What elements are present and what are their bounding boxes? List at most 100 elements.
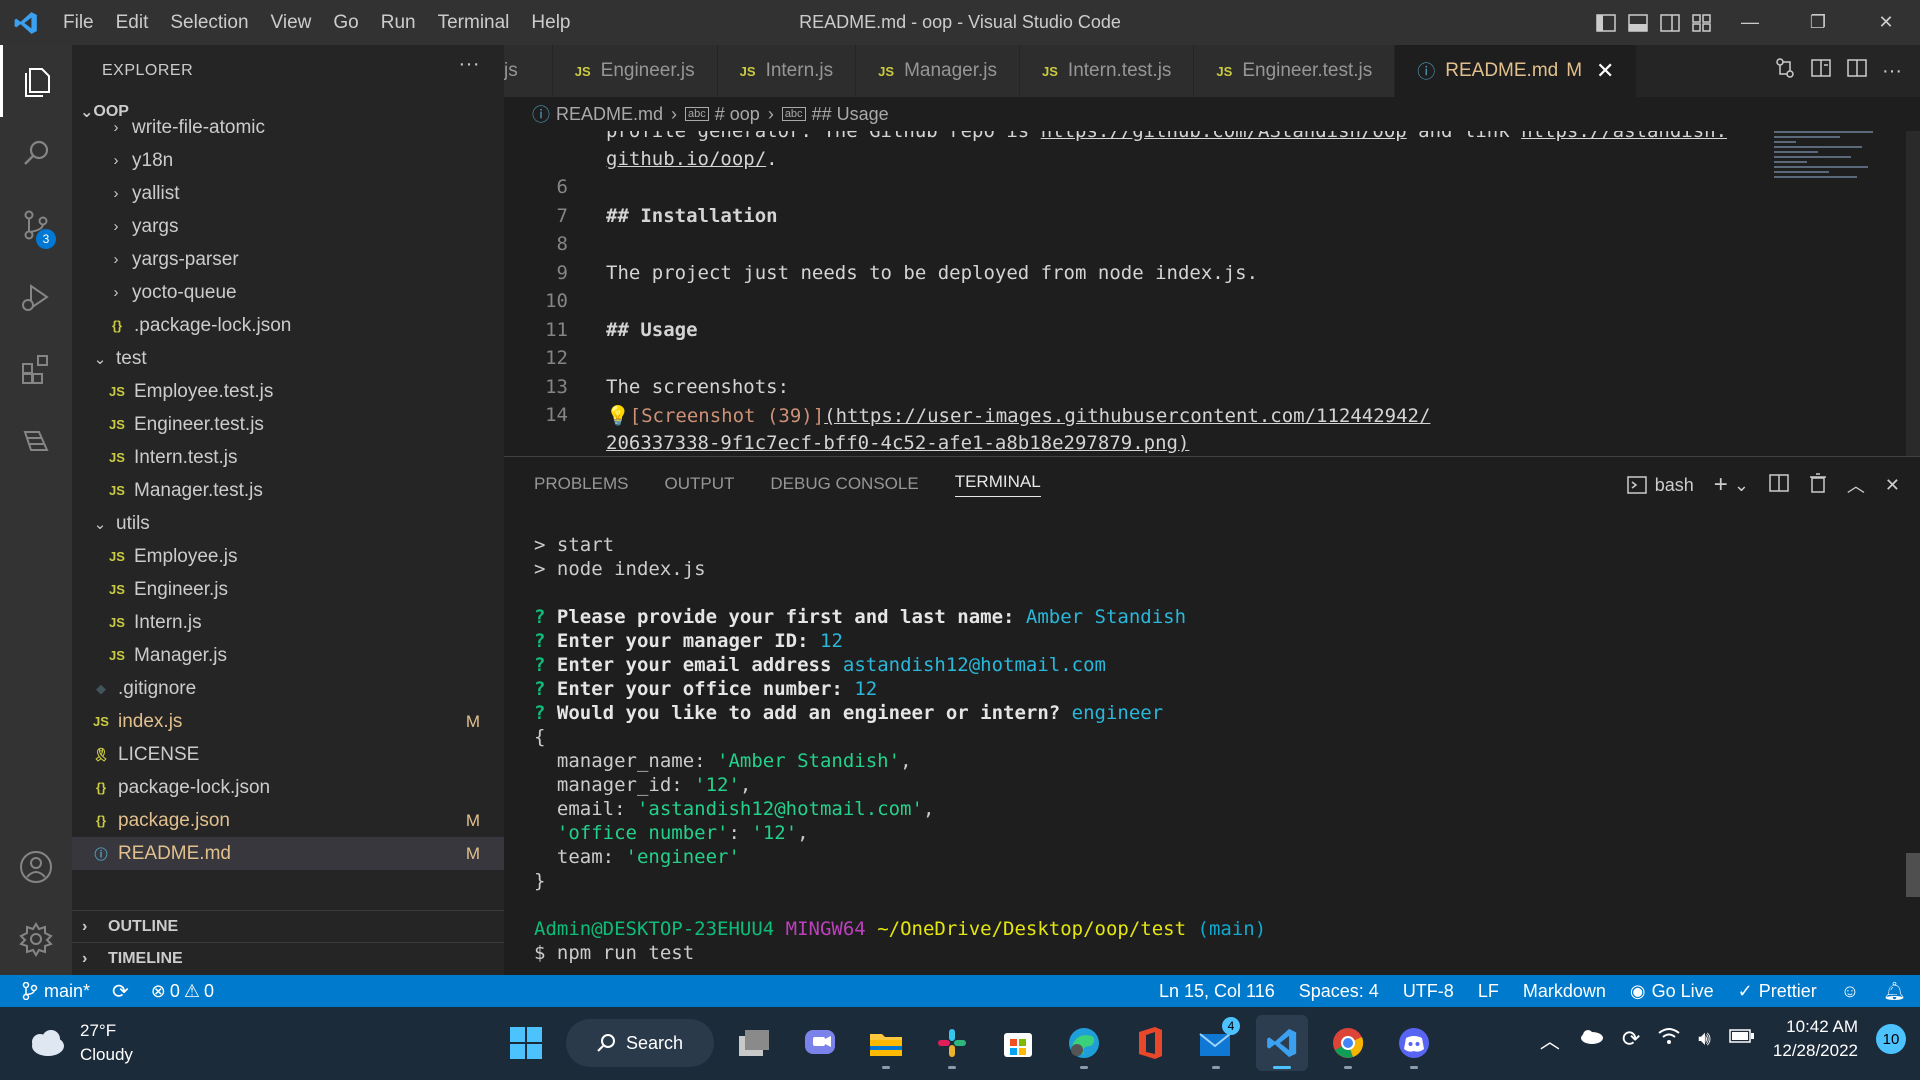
tree-item[interactable]: {} package-lock.json — [72, 771, 504, 804]
edge-browser-icon[interactable] — [1058, 1015, 1110, 1071]
tree-item[interactable]: ⓘ README.md M — [72, 837, 504, 870]
tree-item[interactable]: ⌄ utils — [72, 507, 504, 540]
start-button[interactable] — [500, 1015, 552, 1071]
sync-icon[interactable]: ⟳ — [1622, 1026, 1640, 1052]
microsoft-store-icon[interactable] — [992, 1015, 1044, 1071]
tree-item[interactable]: JS Engineer.js — [72, 573, 504, 606]
vscode-taskbar-icon[interactable] — [1256, 1015, 1308, 1071]
tree-item[interactable]: JS Employee.test.js — [72, 375, 504, 408]
go-live-button[interactable]: ◉ Go Live — [1630, 981, 1714, 1002]
problems-status[interactable]: ⊗ 0 ⚠ 0 — [151, 981, 214, 1002]
indentation[interactable]: Spaces: 4 — [1299, 981, 1379, 1002]
tree-item[interactable]: › yargs — [72, 210, 504, 243]
testing-flask-icon[interactable] — [0, 405, 72, 477]
cursor-position[interactable]: Ln 15, Col 116 — [1159, 981, 1275, 1002]
tree-item[interactable]: 🎗︎ LICENSE — [72, 738, 504, 771]
code-link[interactable]: (https://user-images.githubusercontent.c… — [824, 405, 1430, 427]
split-terminal-icon[interactable] — [1769, 473, 1789, 498]
notification-count-badge[interactable]: 10 — [1876, 1024, 1906, 1054]
tree-item[interactable]: {} package.json M — [72, 804, 504, 837]
tab-terminal[interactable]: TERMINAL — [954, 472, 1041, 497]
task-view-icon[interactable] — [728, 1015, 780, 1071]
extensions-icon[interactable] — [0, 333, 72, 405]
source-control-icon[interactable]: 3 — [0, 189, 72, 261]
tree-item[interactable]: JS Intern.js — [72, 606, 504, 639]
taskbar-search[interactable]: Search — [566, 1019, 714, 1067]
code-link[interactable]: 206337338-9f1c7ecf-bff0-4c52-afe1-a8b18e… — [606, 432, 1189, 454]
tab-engineer-js[interactable]: JS Engineer.js — [552, 45, 718, 97]
volume-icon[interactable]: 🔊︎ — [1698, 1028, 1711, 1051]
encoding[interactable]: UTF-8 — [1403, 981, 1454, 1002]
slack-icon[interactable] — [926, 1015, 978, 1071]
tree-item[interactable]: JS Manager.test.js — [72, 474, 504, 507]
toggle-primary-sidebar-icon[interactable] — [1593, 10, 1619, 36]
more-actions-icon[interactable]: ··· — [1882, 60, 1902, 83]
timeline-section[interactable]: › TIMELINE — [72, 942, 504, 975]
menu-help[interactable]: Help — [520, 0, 581, 45]
close-tab-icon[interactable]: ✕ — [1596, 58, 1614, 84]
tree-item[interactable]: JS Employee.js — [72, 540, 504, 573]
tree-item[interactable]: JS Engineer.test.js — [72, 408, 504, 441]
chevron-down-icon[interactable]: ⌄ — [1734, 475, 1749, 496]
tree-item[interactable]: JS Manager.js — [72, 639, 504, 672]
breadcrumb-file[interactable]: README.md — [556, 104, 663, 125]
file-explorer-icon[interactable] — [860, 1015, 912, 1071]
branch-status[interactable]: main* — [22, 981, 90, 1002]
tree-item[interactable]: › yallist — [72, 177, 504, 210]
explorer-icon[interactable] — [0, 45, 72, 117]
onedrive-cloud-icon[interactable] — [1578, 1027, 1604, 1051]
close-window-button[interactable]: ✕ — [1852, 0, 1920, 45]
battery-icon[interactable] — [1729, 1028, 1755, 1050]
maximize-panel-icon[interactable]: ︿ — [1847, 472, 1865, 498]
tab-readme-md[interactable]: ⓘ README.md M ✕ — [1395, 45, 1638, 97]
close-panel-icon[interactable]: ✕ — [1885, 475, 1900, 496]
code-editor[interactable]: profile generator. The Github repo is ht… — [504, 131, 1920, 456]
tree-item[interactable]: {} .package-lock.json — [72, 309, 504, 342]
run-debug-icon[interactable] — [0, 261, 72, 333]
restore-button[interactable]: ❐ — [1784, 0, 1852, 45]
new-terminal-icon[interactable]: + — [1714, 471, 1728, 499]
tree-item[interactable]: › yocto-queue — [72, 276, 504, 309]
chrome-icon[interactable] — [1322, 1015, 1374, 1071]
terminal-shell-selector[interactable]: bash — [1627, 475, 1694, 496]
accounts-icon[interactable] — [0, 831, 72, 903]
toggle-secondary-sidebar-icon[interactable] — [1657, 10, 1683, 36]
tab-problems[interactable]: PROBLEMS — [534, 474, 628, 494]
tree-item[interactable]: ◆ .gitignore — [72, 672, 504, 705]
outline-section[interactable]: › OUTLINE — [72, 910, 504, 943]
prettier-status[interactable]: ✓ Prettier — [1738, 981, 1817, 1002]
menu-go[interactable]: Go — [322, 0, 369, 45]
language-mode[interactable]: Markdown — [1523, 981, 1606, 1002]
tab-manager-js[interactable]: JS Manager.js — [856, 45, 1021, 97]
menu-file[interactable]: File — [52, 0, 105, 45]
tab-engineer-test-js[interactable]: JS Engineer.test.js — [1194, 45, 1396, 97]
lightbulb-icon[interactable]: 💡 — [606, 405, 630, 427]
trash-icon[interactable] — [1809, 472, 1827, 498]
code-link[interactable]: github.io/oop/ — [606, 148, 766, 170]
settings-gear-icon[interactable] — [0, 903, 72, 975]
menu-terminal[interactable]: Terminal — [427, 0, 521, 45]
terminal-output[interactable]: > start > node index.js ? Please provide… — [534, 533, 1266, 965]
split-editor-icon[interactable] — [1846, 57, 1868, 85]
code-link[interactable]: https://github.com/AStandish/oop — [1041, 131, 1407, 142]
tree-item[interactable]: ⌄ test — [72, 342, 504, 375]
tree-item[interactable]: › y18n — [72, 144, 504, 177]
code-link[interactable]: https://astandish. — [1521, 131, 1727, 142]
terminal-scrollbar[interactable] — [1906, 853, 1920, 897]
menu-view[interactable]: View — [260, 0, 323, 45]
minimize-button[interactable]: — — [1716, 0, 1784, 45]
breadcrumb-section-usage[interactable]: ## Usage — [812, 104, 889, 125]
tab-partial[interactable]: js — [504, 45, 553, 97]
search-icon[interactable] — [0, 117, 72, 189]
customize-layout-icon[interactable] — [1689, 10, 1715, 36]
tab-intern-test-js[interactable]: JS Intern.test.js — [1020, 45, 1195, 97]
menu-edit[interactable]: Edit — [105, 0, 160, 45]
tree-item[interactable]: JS Intern.test.js — [72, 441, 504, 474]
explorer-more-actions-icon[interactable]: ··· — [459, 53, 480, 76]
mail-icon[interactable]: 4 — [1190, 1015, 1242, 1071]
tab-output[interactable]: OUTPUT — [664, 474, 734, 494]
wifi-icon[interactable] — [1658, 1027, 1680, 1051]
tab-debug-console[interactable]: DEBUG CONSOLE — [770, 474, 918, 494]
discord-icon[interactable] — [1388, 1015, 1440, 1071]
end-of-line[interactable]: LF — [1478, 981, 1499, 1002]
